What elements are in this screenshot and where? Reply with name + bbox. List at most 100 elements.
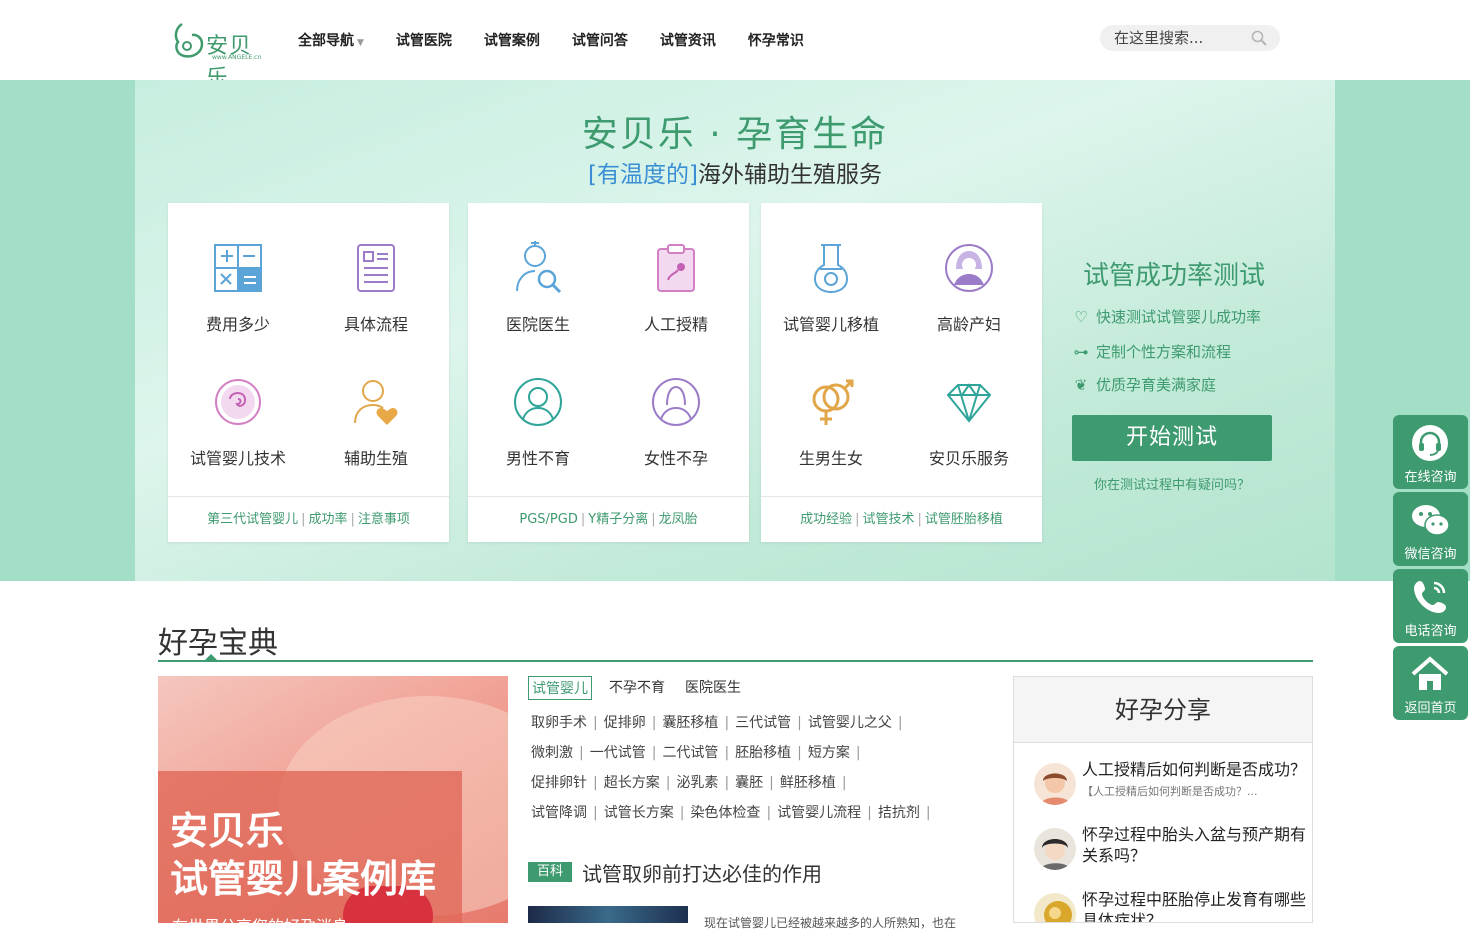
tab-hospital[interactable]: 医院医生 — [682, 676, 744, 700]
keyword-link[interactable]: 取卵手术 — [531, 715, 587, 731]
nav-cases[interactable]: 试管案例 — [484, 30, 540, 50]
service-hospital[interactable]: 医院医生 — [468, 203, 608, 334]
keyword-separator: | — [724, 745, 730, 761]
share-item-desc: 【人工授精后如何判断是否成功？... — [1082, 785, 1258, 798]
nav-all[interactable]: 全部导航 ▼ — [298, 30, 364, 50]
start-test-button[interactable]: 开始测试 — [1072, 415, 1272, 461]
keyword-link[interactable]: 泌乳素 — [676, 775, 718, 791]
keyword-link[interactable]: 试管降调 — [531, 805, 587, 821]
service-male-infertility[interactable]: 男性不育 — [468, 337, 608, 468]
footer-separator: | — [580, 512, 586, 527]
keyword-link[interactable]: 三代试管 — [735, 715, 791, 731]
tab-ivf[interactable]: 试管婴儿 — [528, 676, 592, 700]
doctor-search-icon — [516, 241, 562, 294]
service-gender[interactable]: 生男生女 — [761, 337, 901, 468]
keyword-separator: | — [797, 715, 802, 731]
keyword-separator: | — [724, 715, 730, 731]
test-help-link[interactable]: 你在测试过程中有疑问吗？ — [1064, 474, 1280, 493]
keyword-separator: | — [867, 805, 872, 821]
headset-icon — [1412, 425, 1448, 461]
service-ivf-tech[interactable]: 试管婴儿技术 — [168, 337, 308, 468]
test-point-2-text: 定制个性方案和流程 — [1096, 343, 1232, 361]
test-point-3-text: 优质孕育美满家庭 — [1096, 376, 1217, 394]
footer-link-experience[interactable]: 成功经验 — [800, 512, 852, 527]
back-home-button[interactable]: 返回首页 — [1393, 646, 1468, 720]
baike-badge: 百科 — [528, 862, 572, 882]
keyword-row: 微刺激 | 一代试管 | 二代试管 | 胚胎移植 | 短方案 | — [531, 742, 867, 762]
keyword-link[interactable]: 试管婴儿流程 — [777, 805, 861, 821]
keyword-separator: | — [593, 715, 598, 731]
keyword-link[interactable]: 拮抗剂 — [878, 805, 920, 821]
nav-hospital[interactable]: 试管医院 — [396, 30, 452, 50]
keyword-row: 试管降调 | 试管长方案 | 染色体检查 | 试管婴儿流程 | 拮抗剂 | — [531, 802, 937, 822]
search-icon[interactable] — [1251, 30, 1267, 46]
keyword-link[interactable]: 胚胎移植 — [735, 745, 791, 761]
keyword-separator: | — [593, 805, 598, 821]
nav-pregnancy[interactable]: 怀孕常识 — [748, 30, 804, 50]
keyword-link[interactable]: 鲜胚移植 — [780, 775, 836, 791]
service-fee[interactable]: 费用多少 — [168, 203, 308, 334]
hero-subtitle-highlight: [有温度的] — [588, 162, 698, 188]
heart-hand-icon: ♡ — [1074, 308, 1088, 326]
test-point-3: ❦ 优质孕育美满家庭 — [1072, 374, 1216, 395]
hero-subtitle: [有温度的]海外辅助生殖服务 — [0, 155, 1470, 189]
woman-heart-icon — [354, 380, 398, 425]
keyword-separator: | — [665, 775, 671, 791]
service-fee-label: 费用多少 — [205, 315, 270, 334]
footer-link-third-gen[interactable]: 第三代试管婴儿 — [207, 512, 298, 527]
service-process[interactable]: 具体流程 — [306, 203, 446, 334]
keyword-link[interactable]: 二代试管 — [662, 745, 718, 761]
service-elder-mother[interactable]: 高龄产妇 — [899, 203, 1039, 334]
service-iui[interactable]: 人工授精 — [606, 203, 746, 334]
phone-consult-button[interactable]: 电话咨询 — [1393, 569, 1468, 643]
keyword-link[interactable]: 短方案 — [808, 745, 850, 761]
footer-link-notes[interactable]: 注意事项 — [358, 512, 410, 527]
service-transfer[interactable]: 试管婴儿移植 — [761, 203, 901, 334]
tab-infertility[interactable]: 不孕不育 — [606, 676, 668, 700]
keyword-link[interactable]: 超长方案 — [604, 775, 660, 791]
keyword-link[interactable]: 促排卵 — [604, 715, 646, 731]
wechat-consult-button[interactable]: 微信咨询 — [1393, 492, 1468, 566]
keyword-link[interactable]: 试管婴儿之父 — [808, 715, 892, 731]
phone-consult-label: 电话咨询 — [1404, 624, 1457, 639]
keyword-link[interactable]: 染色体检查 — [690, 805, 760, 821]
phone-icon — [1414, 581, 1446, 613]
footer-link-y-sperm[interactable]: Y精子分离 — [588, 512, 648, 527]
keyword-link[interactable]: 囊胚 — [735, 775, 763, 791]
baike-article-thumbnail[interactable] — [528, 906, 688, 923]
nav-qa[interactable]: 试管问答 — [572, 30, 628, 50]
site-logo[interactable]: 安贝乐 www.ANGELE.cn — [172, 18, 272, 91]
footer-link-success-rate[interactable]: 成功率 — [308, 512, 347, 527]
footer-link-twins[interactable]: 龙凤胎 — [659, 512, 698, 527]
footer-link-pgs[interactable]: PGS/PGD — [519, 512, 577, 527]
section-title: 好孕宝典 — [158, 626, 278, 661]
home-icon — [1411, 656, 1449, 690]
promo-line-2: 试管婴儿案例库 — [170, 857, 437, 901]
baike-article-title[interactable]: 试管取卵前打达必佳的作用 — [582, 858, 822, 887]
keyword-separator: | — [766, 805, 772, 821]
service-female-infertility[interactable]: 女性不孕 — [606, 337, 746, 468]
female-avatar-icon — [652, 378, 700, 426]
online-consult-button[interactable]: 在线咨询 — [1393, 415, 1468, 489]
share-item-title: 人工授精后如何判断是否成功？ — [1082, 760, 1307, 779]
test-title: 试管成功率测试 — [1082, 261, 1265, 291]
footer-link-embryo-transfer[interactable]: 试管胚胎移植 — [925, 512, 1003, 527]
nav-news[interactable]: 试管资讯 — [660, 30, 716, 50]
service-transfer-label: 试管婴儿移植 — [782, 315, 879, 334]
footer-link-ivf-tech[interactable]: 试管技术 — [862, 512, 914, 527]
service-assisted[interactable]: 辅助生殖 — [306, 337, 446, 468]
keyword-link[interactable]: 一代试管 — [590, 745, 646, 761]
share-panel-title: 好孕分享 — [1014, 677, 1312, 743]
service-card-1: 费用多少 具体流程 试管婴儿技术 辅助生殖 第三代试管婴儿 | 成功率 | 注意事项 — [168, 203, 449, 542]
service-angele[interactable]: 安贝乐服务 — [899, 337, 1039, 468]
service-female-infertility-label: 女性不孕 — [643, 449, 708, 468]
keyword-link[interactable]: 试管长方案 — [604, 805, 674, 821]
search-input[interactable] — [1114, 28, 1244, 48]
test-point-2: ⊶ 定制个性方案和流程 — [1072, 341, 1232, 362]
keyword-link[interactable]: 促排卵针 — [531, 775, 587, 791]
card-1-footer: 第三代试管婴儿 | 成功率 | 注意事项 — [168, 496, 449, 542]
keyword-link[interactable]: 微刺激 — [531, 745, 573, 761]
service-hospital-label: 医院医生 — [505, 315, 570, 334]
keyword-link[interactable]: 囊胚移植 — [662, 715, 718, 731]
online-consult-label: 在线咨询 — [1404, 470, 1457, 485]
